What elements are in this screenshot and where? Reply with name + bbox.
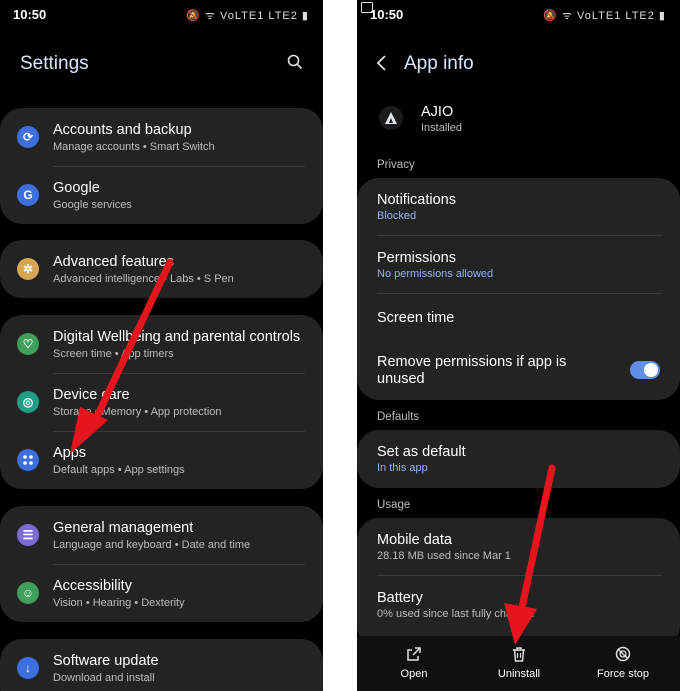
- ajio-app-icon: [379, 106, 403, 130]
- page-title: App info: [404, 53, 474, 74]
- row-title: Screen time: [377, 310, 455, 326]
- item-subtitle: Google services: [53, 199, 132, 211]
- item-subtitle: Storage • Memory • App protection: [53, 406, 222, 418]
- trash-icon: [513, 647, 525, 662]
- settings-item-apps[interactable]: Apps Default apps • App settings: [0, 431, 323, 489]
- item-title: General management: [53, 520, 194, 536]
- uninstall-label: Uninstall: [497, 668, 541, 680]
- app-info-screen: 10:50 🔕 ᯤ VoLTE1 LTE2 ▮ App info AJIO In…: [357, 0, 680, 691]
- item-subtitle: Language and keyboard • Date and time: [53, 539, 251, 551]
- sync-icon: ⟳: [17, 126, 39, 148]
- status-bar: 10:50 🔕 ᯤ VoLTE1 LTE2 ▮: [357, 0, 680, 28]
- force-stop-icon: [615, 646, 631, 662]
- row-subtitle: Blocked: [377, 210, 417, 222]
- settings-item-general-management[interactable]: ☰ General management Language and keyboa…: [0, 506, 323, 564]
- bottom-action-bar: Open Uninstall Force stop: [357, 636, 680, 691]
- settings-item-accounts[interactable]: ⟳ Accounts and backup Manage accounts • …: [0, 108, 323, 166]
- item-subtitle: Download and install: [53, 672, 155, 684]
- item-subtitle: Manage accounts • Smart Switch: [53, 141, 215, 153]
- usage-card: Mobile data 28.18 MB used since Mar 1 Ba…: [357, 518, 680, 648]
- status-time: 10:50: [370, 7, 404, 22]
- row-subtitle: 0% used since last fully charged: [377, 608, 535, 620]
- status-icons: 🔕 ᯤ VoLTE1 LTE2 ▮: [543, 10, 666, 22]
- permissions-row[interactable]: Permissions No permissions allowed: [357, 236, 680, 294]
- status-time: 10:50: [13, 7, 47, 22]
- settings-item-wellbeing[interactable]: ♡ Digital Wellbeing and parental control…: [0, 315, 323, 373]
- uninstall-button[interactable]: Uninstall: [484, 646, 554, 680]
- row-title: Mobile data: [377, 532, 452, 548]
- item-title: Apps: [53, 445, 87, 461]
- remove-permissions-toggle[interactable]: [630, 361, 660, 379]
- row-title: Battery: [377, 590, 423, 606]
- status-icons: 🔕 ᯤ VoLTE1 LTE2 ▮: [186, 10, 309, 22]
- item-title: Device care: [53, 387, 130, 403]
- row-title: Permissions: [377, 250, 456, 266]
- defaults-card: Set as default In this app: [357, 430, 680, 488]
- section-defaults: Defaults: [377, 411, 420, 423]
- device-care-icon: ◎: [17, 391, 39, 413]
- item-subtitle: Vision • Hearing • Dexterity: [53, 597, 185, 609]
- screen-time-row[interactable]: Screen time: [357, 294, 680, 344]
- settings-screen: 10:50 🔕 ᯤ VoLTE1 LTE2 ▮ Settings ⟳ Accou…: [0, 0, 323, 691]
- update-icon: ↓: [17, 657, 39, 679]
- battery-row[interactable]: Battery 0% used since last fully charged: [357, 576, 680, 634]
- set-as-default-row[interactable]: Set as default In this app: [357, 430, 680, 488]
- row-subtitle: No permissions allowed: [377, 268, 494, 280]
- force-stop-button[interactable]: Force stop: [588, 646, 658, 680]
- item-title: Software update: [53, 653, 159, 669]
- row-title: Remove permissions if app is unused: [377, 354, 567, 387]
- notifications-row[interactable]: Notifications Blocked: [357, 178, 680, 236]
- accessibility-icon: ☺: [17, 582, 39, 604]
- row-title: Set as default: [377, 444, 466, 460]
- wellbeing-icon: ♡: [17, 333, 39, 355]
- row-subtitle: 28.18 MB used since Mar 1: [377, 550, 511, 562]
- search-icon[interactable]: [287, 54, 303, 70]
- force-stop-label: Force stop: [597, 668, 649, 680]
- item-title: Accounts and backup: [53, 122, 192, 138]
- mobile-data-row[interactable]: Mobile data 28.18 MB used since Mar 1: [357, 518, 680, 576]
- apps-icon: [17, 449, 39, 471]
- settings-item-device-care[interactable]: ◎ Device care Storage • Memory • App pro…: [0, 373, 323, 431]
- row-subtitle: In this app: [377, 462, 428, 474]
- open-button[interactable]: Open: [379, 646, 449, 680]
- item-title: Advanced features: [53, 254, 174, 270]
- section-usage: Usage: [377, 499, 411, 511]
- open-external-icon: [407, 647, 421, 661]
- item-title: Digital Wellbeing and parental controls: [53, 329, 301, 345]
- item-subtitle: Advanced intelligence • Labs • S Pen: [53, 273, 234, 285]
- sliders-icon: ☰: [17, 524, 39, 546]
- item-subtitle: Default apps • App settings: [53, 464, 185, 476]
- back-arrow-icon[interactable]: [375, 55, 387, 71]
- row-title: Notifications: [377, 192, 456, 208]
- settings-item-software-update[interactable]: ↓ Software update Download and install: [0, 639, 323, 691]
- app-name: AJIO: [421, 104, 454, 120]
- privacy-card: Notifications Blocked Permissions No per…: [357, 178, 680, 400]
- gear-plus-icon: ✲: [17, 258, 39, 280]
- settings-group-update: ↓ Software update Download and install: [0, 639, 323, 691]
- settings-group-device: ♡ Digital Wellbeing and parental control…: [0, 315, 323, 489]
- item-title: Google: [53, 180, 100, 196]
- page-title: Settings: [20, 53, 89, 74]
- settings-group-general: ☰ General management Language and keyboa…: [0, 506, 323, 622]
- open-label: Open: [400, 668, 428, 680]
- settings-item-accessibility[interactable]: ☺ Accessibility Vision • Hearing • Dexte…: [0, 564, 323, 622]
- item-subtitle: Screen time • App timers: [53, 348, 174, 360]
- section-privacy: Privacy: [377, 159, 415, 171]
- app-status: Installed: [421, 122, 462, 134]
- settings-group-accounts: ⟳ Accounts and backup Manage accounts • …: [0, 108, 323, 224]
- item-title: Accessibility: [53, 578, 132, 594]
- settings-item-google[interactable]: G Google Google services: [0, 166, 323, 224]
- settings-item-advanced[interactable]: ✲ Advanced features Advanced intelligenc…: [0, 240, 323, 298]
- remove-permissions-row[interactable]: Remove permissions if app is unused: [357, 344, 680, 400]
- settings-group-advanced: ✲ Advanced features Advanced intelligenc…: [0, 240, 323, 298]
- status-bar: 10:50 🔕 ᯤ VoLTE1 LTE2 ▮: [0, 0, 323, 28]
- google-icon: G: [17, 184, 39, 206]
